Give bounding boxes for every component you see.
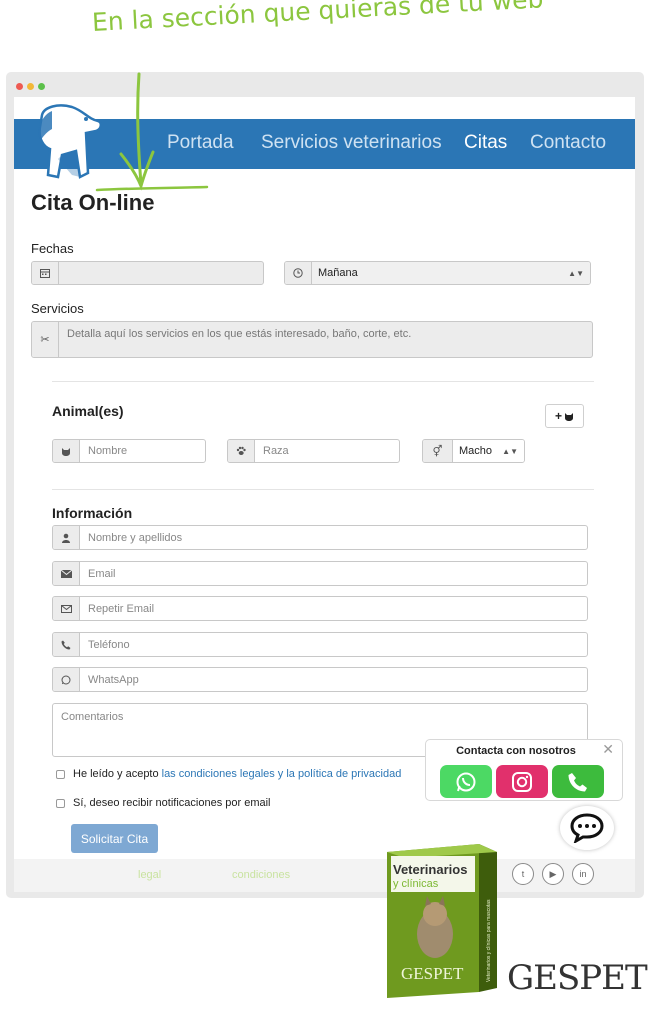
- terms-link[interactable]: las condiciones legales y la política de…: [162, 768, 402, 780]
- terms-checkbox[interactable]: [56, 769, 65, 779]
- whatsapp-field[interactable]: WhatsApp: [52, 667, 588, 692]
- instagram-button[interactable]: [496, 765, 548, 798]
- add-plus-label: +: [554, 409, 562, 423]
- date-field[interactable]: [31, 261, 264, 285]
- email-placeholder: Email: [88, 567, 116, 580]
- turno-select[interactable]: Mañana ▲▼: [284, 261, 591, 285]
- sexo-value: Macho: [459, 445, 493, 457]
- footer-link-condiciones[interactable]: condiciones: [232, 869, 290, 881]
- hand-drawn-arrow-icon: [95, 72, 209, 192]
- product-line2: y clínicas: [393, 878, 439, 890]
- animales-label: Animal(es): [52, 403, 124, 419]
- email-field[interactable]: Email: [52, 561, 588, 586]
- date-value: [59, 262, 263, 284]
- terms-checkbox-row[interactable]: He leído y acepto las condiciones legale…: [56, 768, 401, 780]
- nav-citas[interactable]: Citas: [464, 132, 507, 154]
- contact-title: Contacta con nosotros: [456, 745, 576, 757]
- fechas-label: Fechas: [31, 241, 74, 256]
- nombre-apellidos-placeholder: Nombre y apellidos: [88, 531, 183, 544]
- gender-icon: ⚥: [423, 440, 453, 462]
- user-icon: [53, 526, 80, 549]
- cat-icon: [565, 412, 573, 421]
- paw-icon: [228, 440, 255, 462]
- whatsapp-button[interactable]: [440, 765, 492, 798]
- servicios-textarea[interactable]: ✂ Detalla aquí los servicios en los que …: [31, 321, 593, 358]
- page: En la sección que quieras de tu web Port…: [0, 0, 649, 1009]
- turno-value: Mañana: [318, 267, 358, 279]
- notifications-checkbox-row[interactable]: Sí, deseo recibir notificaciones por ema…: [56, 797, 270, 809]
- whatsapp-icon: [53, 668, 80, 691]
- gespet-brand-logo: GESPET: [507, 958, 648, 998]
- close-dot-icon[interactable]: [16, 83, 23, 90]
- site-footer: legal condiciones t ▶ in: [14, 859, 635, 892]
- add-animal-button[interactable]: +: [545, 404, 584, 428]
- divider: [52, 489, 594, 490]
- instagram-logo-icon: [512, 771, 532, 792]
- sexo-select[interactable]: ⚥ Macho ▲▼: [422, 439, 525, 463]
- solicitar-cita-button[interactable]: Solicitar Cita: [71, 824, 158, 853]
- terms-prefix: He leído y acepto: [73, 768, 159, 780]
- product-line1: Veterinarios: [393, 862, 467, 877]
- notifications-label: Sí, deseo recibir notificaciones por ema…: [73, 797, 271, 809]
- repetir-email-placeholder: Repetir Email: [88, 602, 155, 615]
- select-arrows-icon: ▲▼: [502, 446, 518, 456]
- envelope-icon: [53, 562, 80, 585]
- clock-icon: [285, 262, 312, 284]
- nombre-apellidos-field[interactable]: Nombre y apellidos: [52, 525, 588, 550]
- product-box-image: Veterinarios y clínicas GESPET Veterinar…: [387, 844, 497, 998]
- footer-link-legal[interactable]: legal: [138, 869, 161, 881]
- servicios-label: Servicios: [31, 301, 84, 316]
- linkedin-icon[interactable]: in: [572, 863, 594, 885]
- cat-face-icon: [53, 440, 80, 462]
- phone-logo-icon: [568, 772, 587, 791]
- youtube-icon[interactable]: ▶: [542, 863, 564, 885]
- chat-toggle-button[interactable]: [560, 806, 614, 850]
- phone-icon: [53, 633, 80, 656]
- calendar-icon: [32, 262, 59, 284]
- telefono-field[interactable]: Teléfono: [52, 632, 588, 657]
- nav-servicios[interactable]: Servicios veterinarios: [261, 132, 442, 154]
- phone-button[interactable]: [552, 765, 604, 798]
- nombre-placeholder: Nombre: [88, 445, 128, 457]
- repetir-email-field[interactable]: Repetir Email: [52, 596, 588, 621]
- servicios-placeholder: Detalla aquí los servicios en los que es…: [67, 328, 412, 340]
- tagline: En la sección que quieras de tu web: [91, 0, 545, 37]
- envelope-outline-icon: [53, 597, 80, 620]
- minimize-dot-icon[interactable]: [27, 83, 34, 90]
- animal-nombre-field[interactable]: Nombre: [52, 439, 206, 463]
- telefono-placeholder: Teléfono: [88, 638, 130, 651]
- raza-placeholder: Raza: [263, 445, 289, 457]
- product-side-text: Veterinarios y clínicas para mascotas: [486, 899, 492, 982]
- nav-contacto[interactable]: Contacto: [530, 132, 606, 154]
- select-arrows-icon: ▲▼: [568, 268, 584, 278]
- animal-raza-field[interactable]: Raza: [227, 439, 400, 463]
- informacion-label: Información: [52, 505, 133, 521]
- divider: [52, 381, 594, 382]
- whatsapp-placeholder: WhatsApp: [88, 673, 139, 686]
- whatsapp-logo-icon: [456, 772, 476, 791]
- twitter-icon[interactable]: t: [512, 863, 534, 885]
- close-icon[interactable]: ✕: [602, 741, 614, 758]
- maximize-dot-icon[interactable]: [38, 83, 45, 90]
- product-box-brand: GESPET: [401, 964, 464, 983]
- chat-bubble-icon: [570, 813, 604, 843]
- notifications-checkbox[interactable]: [56, 798, 65, 808]
- contact-widget: Contacta con nosotros ✕: [425, 739, 623, 801]
- scissors-icon: ✂: [32, 322, 59, 357]
